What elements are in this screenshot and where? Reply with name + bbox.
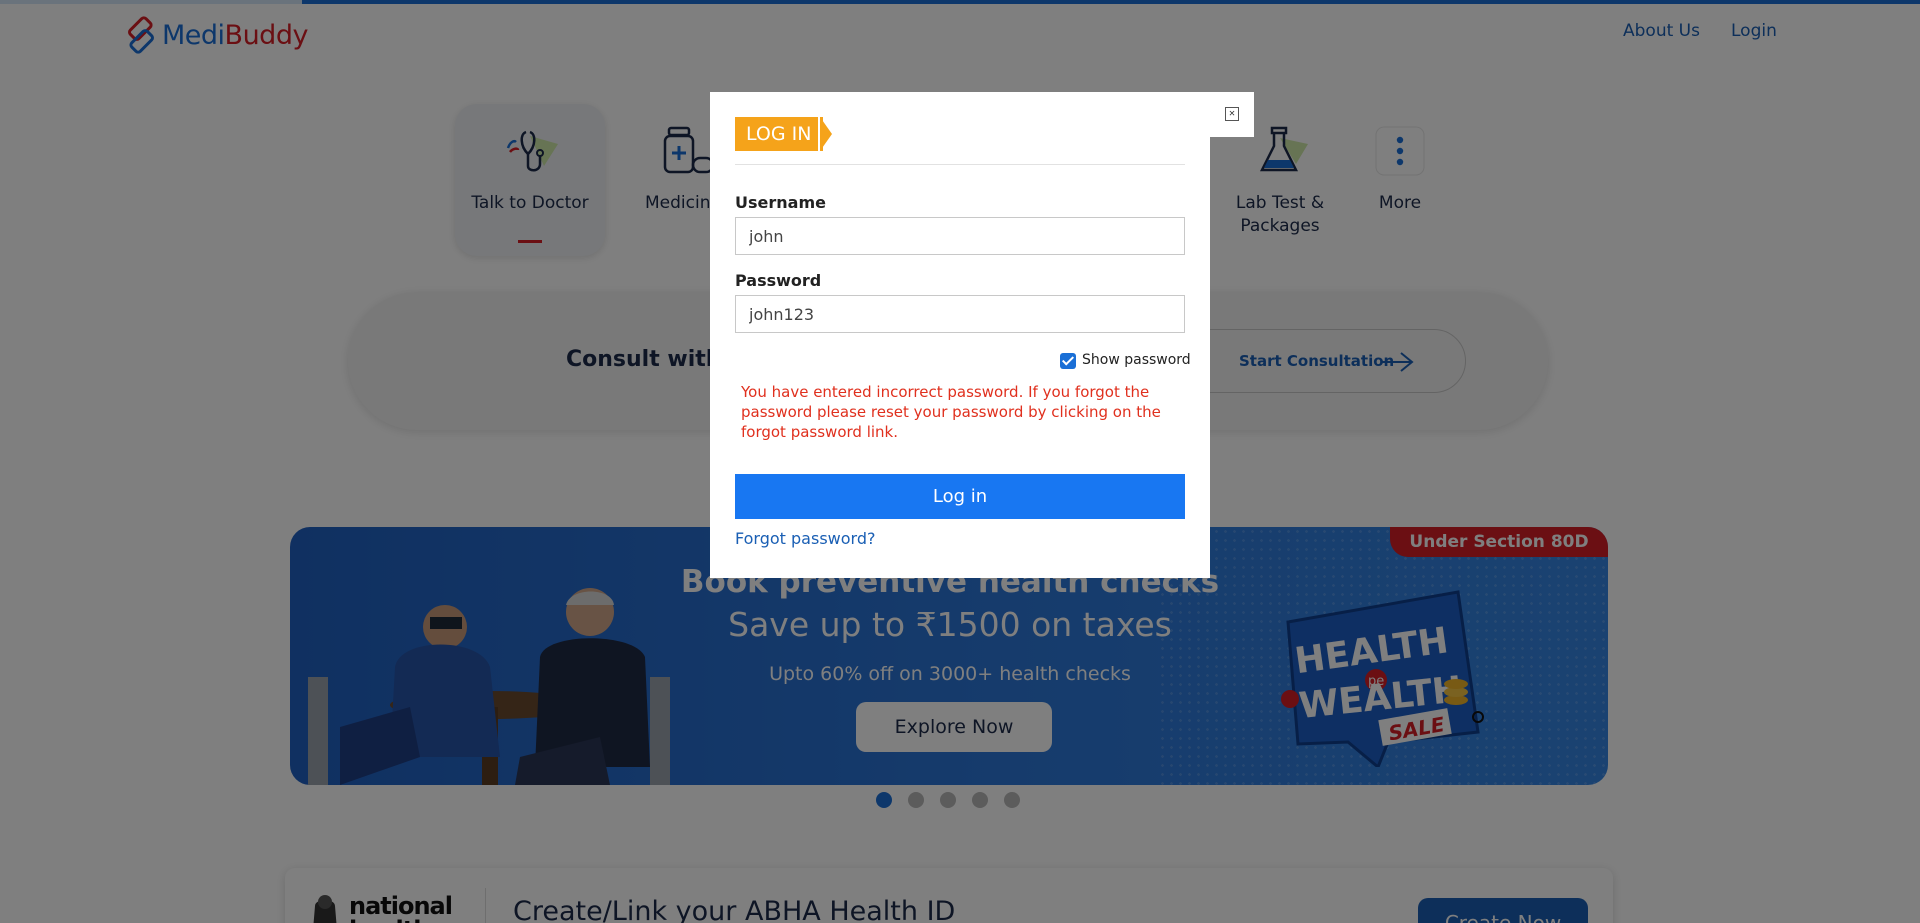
login-submit-button[interactable]: Log in	[735, 474, 1185, 519]
show-password-label: Show password	[1082, 352, 1191, 368]
login-tag: LOG IN	[735, 117, 824, 151]
password-label: Password	[735, 271, 822, 290]
error-message: You have entered incorrect password. If …	[741, 383, 1161, 441]
login-modal: LOG IN Username Password Show password Y…	[710, 92, 1210, 578]
tag-arrow-shape	[820, 117, 832, 151]
show-password-toggle[interactable]: Show password	[1060, 351, 1191, 369]
username-label: Username	[735, 193, 826, 212]
username-input[interactable]	[735, 217, 1185, 255]
close-icon: ✕	[1225, 107, 1239, 121]
password-input[interactable]	[735, 295, 1185, 333]
forgot-password-link[interactable]: Forgot password?	[735, 529, 875, 548]
show-password-checkbox[interactable]	[1060, 353, 1076, 369]
modal-close-button[interactable]: ✕	[1210, 92, 1254, 137]
